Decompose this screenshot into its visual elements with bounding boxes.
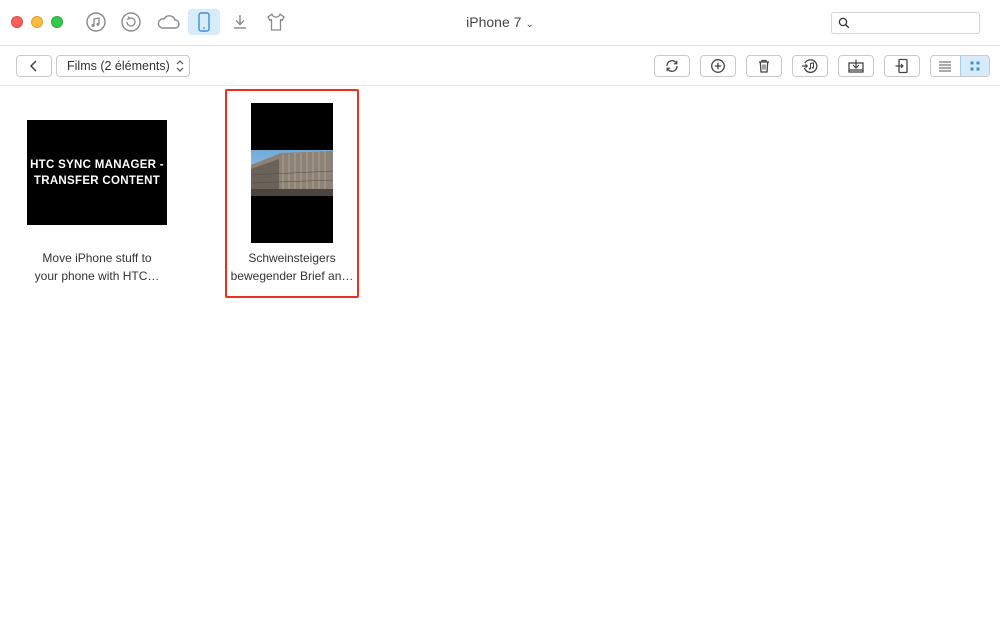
window-zoom-button[interactable]: [51, 16, 63, 28]
to-itunes-icon: [802, 59, 818, 74]
back-button[interactable]: [16, 55, 52, 77]
list-view-icon: [939, 61, 952, 72]
trash-icon: [759, 59, 769, 73]
caption-line1: Move iPhone stuff to: [42, 251, 152, 265]
download-icon[interactable]: [224, 9, 256, 35]
thumbnail-text-line2: TRANSFER CONTENT: [33, 174, 161, 187]
device-title-label: iPhone 7: [466, 14, 522, 30]
window-minimize-button[interactable]: [31, 16, 43, 28]
search-box[interactable]: [831, 12, 980, 34]
to-computer-button[interactable]: [838, 55, 874, 77]
caption-line2: your phone with HTC…: [34, 269, 160, 283]
thumbnail-text-line1: HTC SYNC MANAGER -: [30, 158, 164, 171]
to-computer-icon: [848, 59, 864, 73]
window-close-button[interactable]: [11, 16, 23, 28]
search-icon: [838, 17, 850, 29]
search-input[interactable]: [854, 14, 976, 32]
video-caption-schweinsteiger[interactable]: Schweinsteigers bewegender Brief an…: [226, 249, 358, 285]
updown-chevron-icon: [176, 60, 184, 72]
refresh-button[interactable]: [654, 55, 690, 77]
to-device-button[interactable]: [884, 55, 920, 77]
view-toggle: [930, 55, 990, 77]
caption-line2: bewegender Brief an…: [230, 269, 354, 283]
grid-view-icon: [970, 61, 980, 71]
building-photo-icon: [251, 103, 333, 243]
category-selector[interactable]: Films (2 éléments): [56, 55, 190, 77]
to-device-icon: [895, 58, 908, 74]
iphone-device-icon[interactable]: [188, 9, 220, 35]
add-icon: [711, 59, 725, 73]
breadcrumb-label: Films (2 éléments): [67, 59, 170, 73]
backup-restore-icon[interactable]: [115, 9, 147, 35]
caption-line1: Schweinsteigers: [248, 251, 336, 265]
video-thumbnail-htc[interactable]: HTC SYNC MANAGER - TRANSFER CONTENT: [27, 120, 167, 225]
icloud-icon[interactable]: [152, 9, 184, 35]
title-bar: iPhone 7 ⌄: [0, 0, 1000, 46]
chevron-down-icon: ⌄: [525, 19, 534, 30]
add-button[interactable]: [700, 55, 736, 77]
itunes-music-icon[interactable]: [80, 9, 112, 35]
video-caption-htc[interactable]: Move iPhone stuff to your phone with HTC…: [17, 249, 177, 285]
tshirt-icon[interactable]: [260, 9, 292, 35]
to-itunes-button[interactable]: [792, 55, 828, 77]
chevron-left-icon: [29, 60, 37, 72]
delete-button[interactable]: [746, 55, 782, 77]
toolbar: Films (2 éléments): [0, 46, 1000, 86]
list-view-button[interactable]: [931, 56, 960, 76]
video-thumbnail-schweinsteiger[interactable]: [251, 103, 333, 243]
device-selector[interactable]: iPhone 7 ⌄: [430, 14, 570, 30]
grid-view-button[interactable]: [959, 56, 989, 76]
refresh-icon: [666, 60, 678, 72]
